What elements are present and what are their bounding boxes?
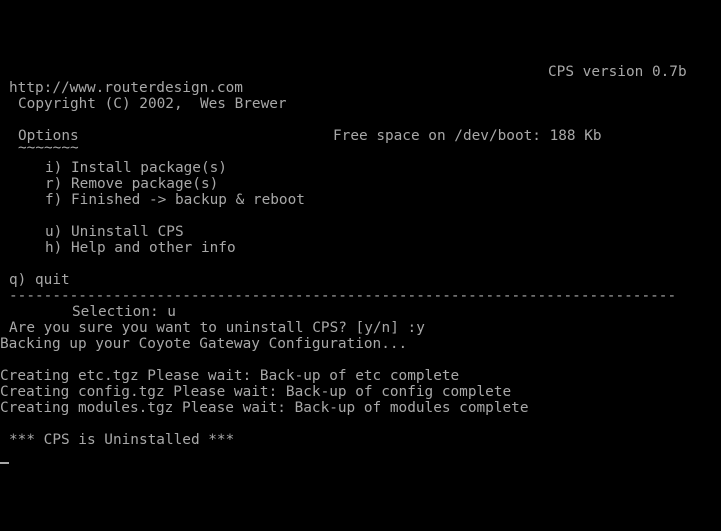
uninstall-result-message: *** CPS is Uninstalled ***: [9, 432, 235, 448]
menu-item-quit[interactable]: q) quit: [9, 272, 70, 288]
menu-item-uninstall[interactable]: u) Uninstall CPS: [45, 224, 184, 240]
menu-item-remove[interactable]: r) Remove package(s): [45, 176, 218, 192]
terminal-screen[interactable]: CPS version 0.7b http://www.routerdesign…: [0, 0, 721, 531]
separator-line: ----------------------------------------…: [9, 288, 677, 304]
backing-up-message: Backing up your Coyote Gateway Configura…: [0, 336, 408, 352]
menu-item-install[interactable]: i) Install package(s): [45, 160, 227, 176]
url-text: http://www.routerdesign.com: [9, 80, 243, 96]
backup-modules-message: Creating modules.tgz Please wait: Back-u…: [0, 400, 529, 416]
menu-item-finished[interactable]: f) Finished -> backup & reboot: [45, 192, 305, 208]
backup-etc-message: Creating etc.tgz Please wait: Back-up of…: [0, 368, 460, 384]
free-space-text: Free space on /dev/boot: 188 Kb: [333, 128, 602, 144]
backup-config-message: Creating config.tgz Please wait: Back-up…: [0, 384, 512, 400]
text-cursor: [0, 462, 9, 464]
selection-prompt: Selection: u: [72, 304, 176, 320]
options-underline: ~~~~~~~: [18, 140, 79, 156]
copyright-text: Copyright (C) 2002, Wes Brewer: [18, 96, 287, 112]
version-label: CPS version 0.7b: [548, 64, 687, 80]
uninstall-confirm-prompt: Are you sure you want to uninstall CPS? …: [9, 320, 425, 336]
menu-item-help[interactable]: h) Help and other info: [45, 240, 236, 256]
